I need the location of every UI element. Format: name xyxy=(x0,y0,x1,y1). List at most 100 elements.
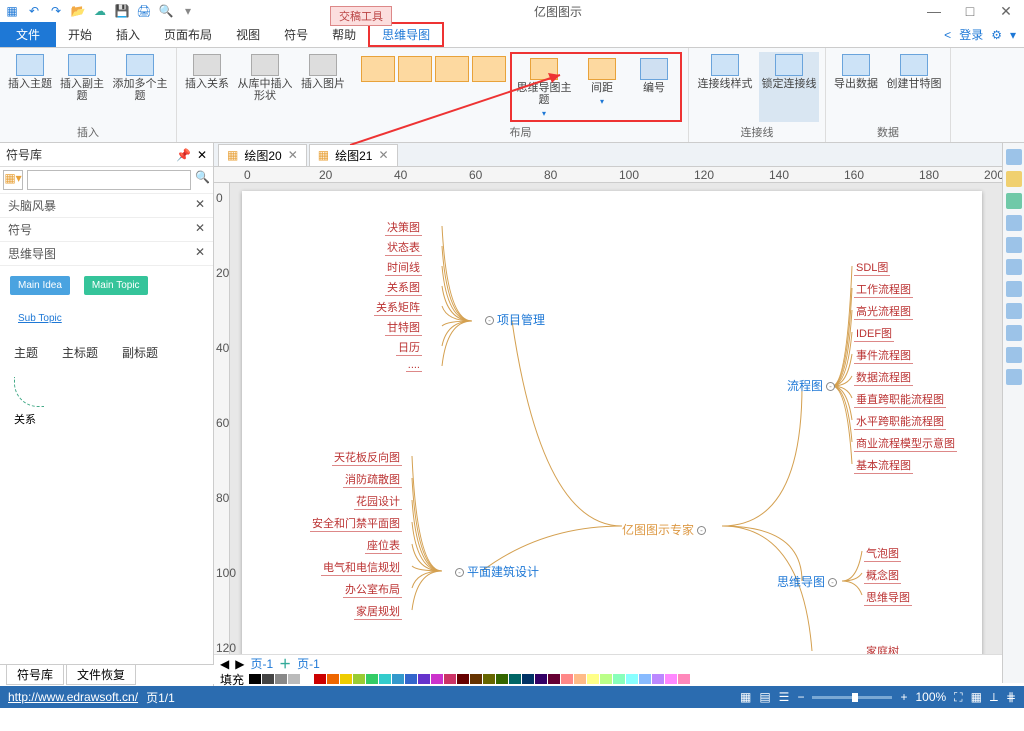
view-icon-2[interactable]: ▤ xyxy=(759,690,770,704)
color-swatch[interactable] xyxy=(340,674,352,684)
tool-10-icon[interactable] xyxy=(1006,347,1022,363)
mindmap-leaf[interactable]: 商业流程模型示意图 xyxy=(854,435,957,452)
btab-symbol-lib[interactable]: 符号库 xyxy=(6,664,64,685)
status-url[interactable]: http://www.edrawsoft.cn/ xyxy=(8,690,138,704)
color-swatch[interactable] xyxy=(262,674,274,684)
color-swatch[interactable] xyxy=(275,674,287,684)
numbering-button[interactable]: 编号 xyxy=(630,56,678,118)
mindmap-leaf[interactable]: 垂直跨职能流程图 xyxy=(854,391,946,408)
fit-icon[interactable]: ⛶ xyxy=(954,690,962,705)
color-swatch[interactable] xyxy=(548,674,560,684)
page-label-right[interactable]: 页-1 xyxy=(297,655,320,672)
color-swatch[interactable] xyxy=(314,674,326,684)
color-swatch[interactable] xyxy=(496,674,508,684)
cat-mindmap[interactable]: 思维导图✕ xyxy=(0,242,213,266)
mindmap-leaf[interactable]: SDL图 xyxy=(854,259,890,276)
color-swatch[interactable] xyxy=(483,674,495,684)
maximize-button[interactable]: □ xyxy=(956,3,984,20)
tool-6-icon[interactable] xyxy=(1006,259,1022,275)
insert-topic-button[interactable]: 插入主题 xyxy=(6,52,54,122)
zoom-out-icon[interactable]: − xyxy=(797,690,804,704)
shape-main-idea[interactable]: Main Idea xyxy=(10,276,70,295)
mindmap-leaf[interactable]: IDEF图 xyxy=(854,325,894,342)
color-swatch[interactable] xyxy=(470,674,482,684)
tool-3-icon[interactable] xyxy=(1006,193,1022,209)
share-icon[interactable]: < xyxy=(944,28,951,42)
mindmap-theme-button[interactable]: 思维导图主题▾ xyxy=(514,56,574,118)
mindmap-leaf[interactable]: 安全和门禁平面图 xyxy=(310,515,402,532)
qat-menu-icon[interactable]: ▦ xyxy=(4,3,20,19)
tab-view[interactable]: 视图 xyxy=(224,22,272,47)
qat-save-icon[interactable]: 💾 xyxy=(114,3,130,19)
color-swatch[interactable] xyxy=(418,674,430,684)
panel-close-icon[interactable]: ✕ xyxy=(197,148,207,162)
cat-symbol[interactable]: 符号✕ xyxy=(0,218,213,242)
color-swatch[interactable] xyxy=(535,674,547,684)
close-icon[interactable]: ✕ xyxy=(288,148,298,162)
color-swatch[interactable] xyxy=(522,674,534,684)
qat-more-icon[interactable]: ▾ xyxy=(180,3,196,19)
add-page-icon[interactable]: ＋ xyxy=(279,655,291,672)
color-swatch[interactable] xyxy=(301,674,313,684)
branch-flowchart[interactable]: 流程图- xyxy=(787,377,838,394)
mindmap-leaf[interactable]: 工作流程图 xyxy=(854,281,913,298)
color-swatch[interactable] xyxy=(249,674,261,684)
color-swatch[interactable] xyxy=(457,674,469,684)
color-swatch[interactable] xyxy=(327,674,339,684)
insert-relation-button[interactable]: 插入关系 xyxy=(183,52,231,126)
layout-style-3[interactable] xyxy=(435,56,469,82)
branch-floorplan[interactable]: -平面建筑设计 xyxy=(452,563,539,580)
qat-print-icon[interactable]: 🖨 xyxy=(136,3,152,19)
mindmap-leaf[interactable]: 决策图 xyxy=(385,219,422,236)
mindmap-leaf[interactable]: 座位表 xyxy=(365,537,402,554)
tool-8-icon[interactable] xyxy=(1006,303,1022,319)
qat-redo-icon[interactable]: ↷ xyxy=(48,3,64,19)
tool-4-icon[interactable] xyxy=(1006,215,1022,231)
qat-open-icon[interactable]: 📂 xyxy=(70,3,86,19)
create-gantt-button[interactable]: 创建甘特图 xyxy=(884,52,944,122)
pin-icon[interactable]: 📌 xyxy=(176,148,191,162)
minimize-button[interactable]: — xyxy=(920,3,948,20)
snap-icon[interactable]: ⋕ xyxy=(1006,690,1016,704)
settings-icon[interactable]: ⚙ xyxy=(991,28,1002,42)
btab-file-recovery[interactable]: 文件恢复 xyxy=(66,664,136,685)
chevron-down-icon[interactable]: ▾ xyxy=(1010,28,1016,42)
mindmap-leaf[interactable]: 甘特图 xyxy=(385,319,422,336)
canvas[interactable]: 020406080100120 亿图图示专家- -项目管理 决策图状态 xyxy=(214,183,1024,654)
color-swatch[interactable] xyxy=(587,674,599,684)
insert-subtopic-button[interactable]: 插入副主题 xyxy=(58,52,106,122)
mindmap-leaf[interactable]: 家庭树 xyxy=(864,643,901,654)
doc-tab-2[interactable]: ▦绘图21✕ xyxy=(309,144,398,166)
mindmap-leaf[interactable]: 事件流程图 xyxy=(854,347,913,364)
tab-file[interactable]: 文件 xyxy=(0,22,56,47)
tool-9-icon[interactable] xyxy=(1006,325,1022,341)
view-icon-1[interactable]: ▦ xyxy=(740,690,751,704)
color-swatch[interactable] xyxy=(405,674,417,684)
color-swatch[interactable] xyxy=(444,674,456,684)
color-swatch[interactable] xyxy=(626,674,638,684)
color-swatch[interactable] xyxy=(613,674,625,684)
color-swatch[interactable] xyxy=(431,674,443,684)
search-icon[interactable]: 🔍 xyxy=(195,170,210,190)
export-data-button[interactable]: 导出数据 xyxy=(832,52,880,122)
color-swatch[interactable] xyxy=(574,674,586,684)
insert-from-lib-button[interactable]: 从库中插入形状 xyxy=(235,52,295,126)
mindmap-leaf[interactable]: 电气和电信规划 xyxy=(321,559,402,576)
color-swatch[interactable] xyxy=(392,674,404,684)
mindmap-leaf[interactable]: 日历 xyxy=(396,339,422,356)
tab-start[interactable]: 开始 xyxy=(56,22,104,47)
qat-cloud-icon[interactable]: ☁ xyxy=(92,3,108,19)
branch-project[interactable]: -项目管理 xyxy=(482,311,545,328)
zoom-in-icon[interactable]: + xyxy=(900,690,907,704)
mindmap-leaf[interactable]: 家居规划 xyxy=(354,603,402,620)
lib-dropdown-icon[interactable]: ▦▾ xyxy=(3,170,23,190)
shape-sub-topic[interactable]: Sub Topic xyxy=(10,309,70,328)
mindmap-leaf[interactable]: 花园设计 xyxy=(354,493,402,510)
mindmap-leaf[interactable]: 关系图 xyxy=(385,279,422,296)
tab-symbol[interactable]: 符号 xyxy=(272,22,320,47)
mindmap-leaf[interactable]: 水平跨职能流程图 xyxy=(854,413,946,430)
search-input[interactable] xyxy=(27,170,191,190)
color-swatch[interactable] xyxy=(366,674,378,684)
mindmap-leaf[interactable]: 天花板反向图 xyxy=(332,449,402,466)
close-icon[interactable]: ✕ xyxy=(378,148,388,162)
